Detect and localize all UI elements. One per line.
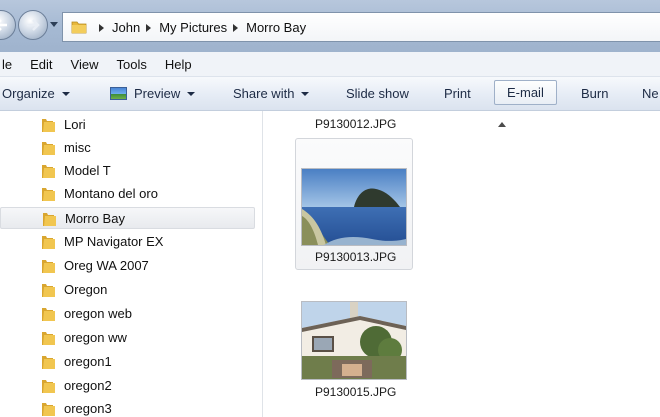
- tree-item-morro-bay[interactable]: Morro Bay: [0, 207, 255, 229]
- chevron-down-icon: [187, 91, 196, 96]
- tree-item-label: oregon2: [64, 378, 112, 393]
- file-name[interactable]: P9130012.JPG: [315, 117, 396, 131]
- breadcrumb-john[interactable]: John: [112, 20, 140, 35]
- folder-icon: [42, 380, 55, 393]
- house-thumbnail[interactable]: [301, 301, 407, 380]
- address-box[interactable]: John My Pictures Morro Bay: [62, 12, 660, 42]
- print-button[interactable]: Print: [444, 77, 471, 110]
- folder-icon: [42, 284, 55, 297]
- share-with-button[interactable]: Share with: [233, 77, 310, 110]
- address-bar-area: John My Pictures Morro Bay: [0, 0, 660, 52]
- tree-item-label: Oregon: [64, 282, 108, 297]
- tree-item-label: oregon1: [64, 354, 112, 369]
- folder-icon: [42, 356, 55, 369]
- menu-help[interactable]: Help: [156, 57, 201, 72]
- forward-arrow-icon: [27, 19, 40, 31]
- tree-item-label: Montano del oro: [64, 186, 158, 201]
- tree-item-label: Lori: [64, 117, 86, 132]
- folder-icon: [71, 21, 87, 34]
- tree-item-misc[interactable]: misc: [0, 137, 255, 159]
- tree-item-model-t[interactable]: Model T: [0, 160, 255, 182]
- chevron-down-icon: [61, 91, 70, 96]
- tree-item-oregon-web[interactable]: oregon web: [0, 303, 255, 325]
- folder-icon: [43, 213, 56, 226]
- menu-tools[interactable]: Tools: [107, 57, 155, 72]
- folder-icon: [42, 165, 55, 178]
- file-list-pane: P9130012.JPG P9130013.JPG P9130015.JPG: [263, 111, 660, 417]
- file-name[interactable]: P9130013.JPG: [315, 250, 396, 264]
- organize-button[interactable]: Organize: [2, 77, 70, 110]
- breadcrumb-my-pictures[interactable]: My Pictures: [159, 20, 227, 35]
- command-bar: Organize Preview Share with Slide show P…: [0, 77, 660, 111]
- organize-label: Organize: [2, 86, 55, 101]
- menu-file[interactable]: le: [0, 57, 21, 72]
- tree-item-montano-del-oro[interactable]: Montano del oro: [0, 183, 255, 205]
- new-folder-button[interactable]: Ne: [642, 77, 659, 110]
- preview-label: Preview: [134, 86, 181, 101]
- tree-item-label: Model T: [64, 163, 111, 178]
- tree-item-oregon-ww[interactable]: oregon ww: [0, 327, 255, 349]
- navigation-pane: Lori misc Model T Montano del oro Morro …: [0, 111, 262, 417]
- folder-icon: [42, 260, 55, 273]
- folder-icon: [42, 188, 55, 201]
- recent-pages-dropdown[interactable]: [50, 22, 58, 27]
- tree-item-mp-navigator-ex[interactable]: MP Navigator EX: [0, 231, 255, 253]
- tree-item-oreg-wa-2007[interactable]: Oreg WA 2007: [0, 255, 255, 277]
- tree-item-oregon1[interactable]: oregon1: [0, 351, 255, 373]
- menu-bar: le Edit View Tools Help: [0, 52, 660, 77]
- back-arrow-icon: [0, 19, 7, 31]
- share-with-label: Share with: [233, 86, 295, 101]
- tree-item-lori[interactable]: Lori: [0, 114, 255, 136]
- email-button[interactable]: E-mail: [494, 80, 557, 105]
- folder-icon: [42, 403, 55, 416]
- image-preview-icon: [110, 87, 127, 100]
- tree-item-label: oregon ww: [64, 330, 127, 345]
- menu-edit[interactable]: Edit: [21, 57, 61, 72]
- morro-rock-photo: [302, 169, 406, 245]
- folder-icon: [42, 332, 55, 345]
- breadcrumb-morro-bay[interactable]: Morro Bay: [246, 20, 306, 35]
- content-scroll-up-arrow[interactable]: [498, 122, 506, 127]
- tree-item-oregon2[interactable]: oregon2: [0, 375, 255, 397]
- morro-rock-thumbnail[interactable]: [301, 168, 407, 246]
- forward-button[interactable]: [18, 10, 48, 40]
- menu-view[interactable]: View: [62, 57, 108, 72]
- tree-item-label: MP Navigator EX: [64, 234, 164, 249]
- breadcrumb-separator[interactable]: [146, 23, 152, 32]
- burn-button[interactable]: Burn: [581, 77, 608, 110]
- tree-item-oregon[interactable]: Oregon: [0, 279, 255, 301]
- folder-icon: [42, 308, 55, 321]
- tree-item-label: Morro Bay: [65, 211, 125, 226]
- file-name[interactable]: P9130015.JPG: [315, 385, 396, 399]
- tree-item-label: oregon3: [64, 401, 112, 416]
- back-button[interactable]: [0, 10, 16, 40]
- preview-button[interactable]: Preview: [110, 77, 196, 110]
- breadcrumb-separator[interactable]: [233, 23, 239, 32]
- breadcrumb: John My Pictures Morro Bay: [93, 20, 306, 35]
- folder-icon: [42, 119, 55, 132]
- tree-item-label: oregon web: [64, 306, 132, 321]
- tree-item-label: Oreg WA 2007: [64, 258, 149, 273]
- breadcrumb-separator[interactable]: [99, 23, 104, 32]
- tree-item-label: misc: [64, 140, 91, 155]
- folder-icon: [42, 236, 55, 249]
- house-photo: [302, 302, 406, 379]
- chevron-down-icon: [301, 91, 310, 96]
- folder-icon: [42, 142, 55, 155]
- tree-item-oregon3[interactable]: oregon3: [0, 398, 255, 417]
- slide-show-button[interactable]: Slide show: [346, 77, 409, 110]
